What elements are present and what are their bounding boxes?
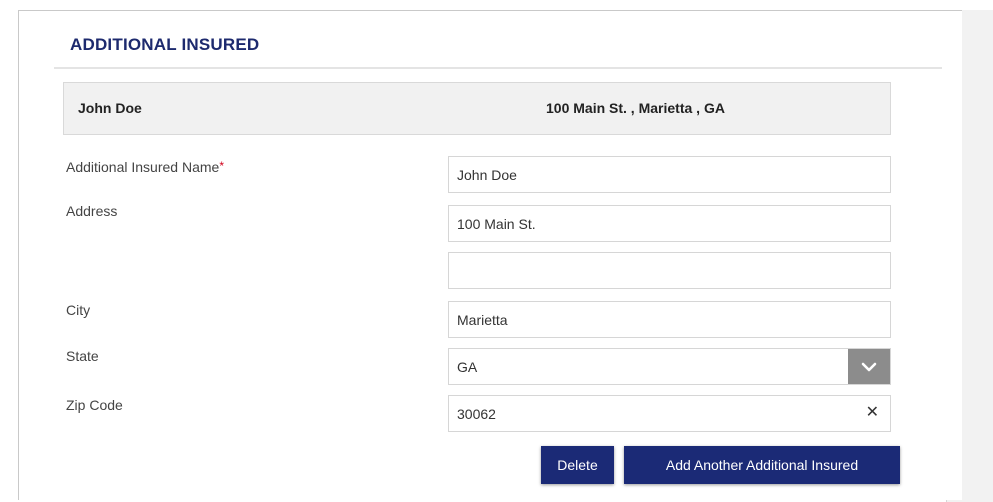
city-label: City	[66, 302, 91, 318]
address-line1-input[interactable]	[448, 205, 891, 242]
zip-input[interactable]	[448, 395, 891, 432]
add-another-insured-button[interactable]: Add Another Additional Insured	[624, 446, 900, 484]
delete-button[interactable]: Delete	[541, 446, 614, 484]
state-label: State	[66, 348, 99, 364]
insured-name-label-text: Additional Insured Name	[66, 159, 220, 175]
close-icon[interactable]: ✕	[866, 404, 879, 422]
state-select[interactable]: GA	[448, 348, 891, 385]
zip-field: ✕	[448, 395, 891, 432]
section-title: ADDITIONAL INSURED	[70, 35, 260, 54]
insured-summary-row[interactable]: John Doe 100 Main St. , Marietta , GA	[63, 82, 891, 135]
insured-name-input[interactable]	[448, 156, 891, 193]
required-asterisk: *	[219, 159, 224, 173]
city-input[interactable]	[448, 301, 891, 338]
state-select-value: GA	[457, 359, 478, 375]
summary-address: 100 Main St. , Marietta , GA	[546, 100, 725, 116]
title-divider	[54, 67, 942, 69]
summary-name: John Doe	[78, 100, 142, 116]
zip-label: Zip Code	[66, 397, 123, 413]
chevron-down-icon[interactable]	[848, 349, 890, 384]
address-label: Address	[66, 203, 118, 219]
insured-name-label: Additional Insured Name*	[66, 159, 224, 175]
address-line2-input[interactable]	[448, 252, 891, 289]
